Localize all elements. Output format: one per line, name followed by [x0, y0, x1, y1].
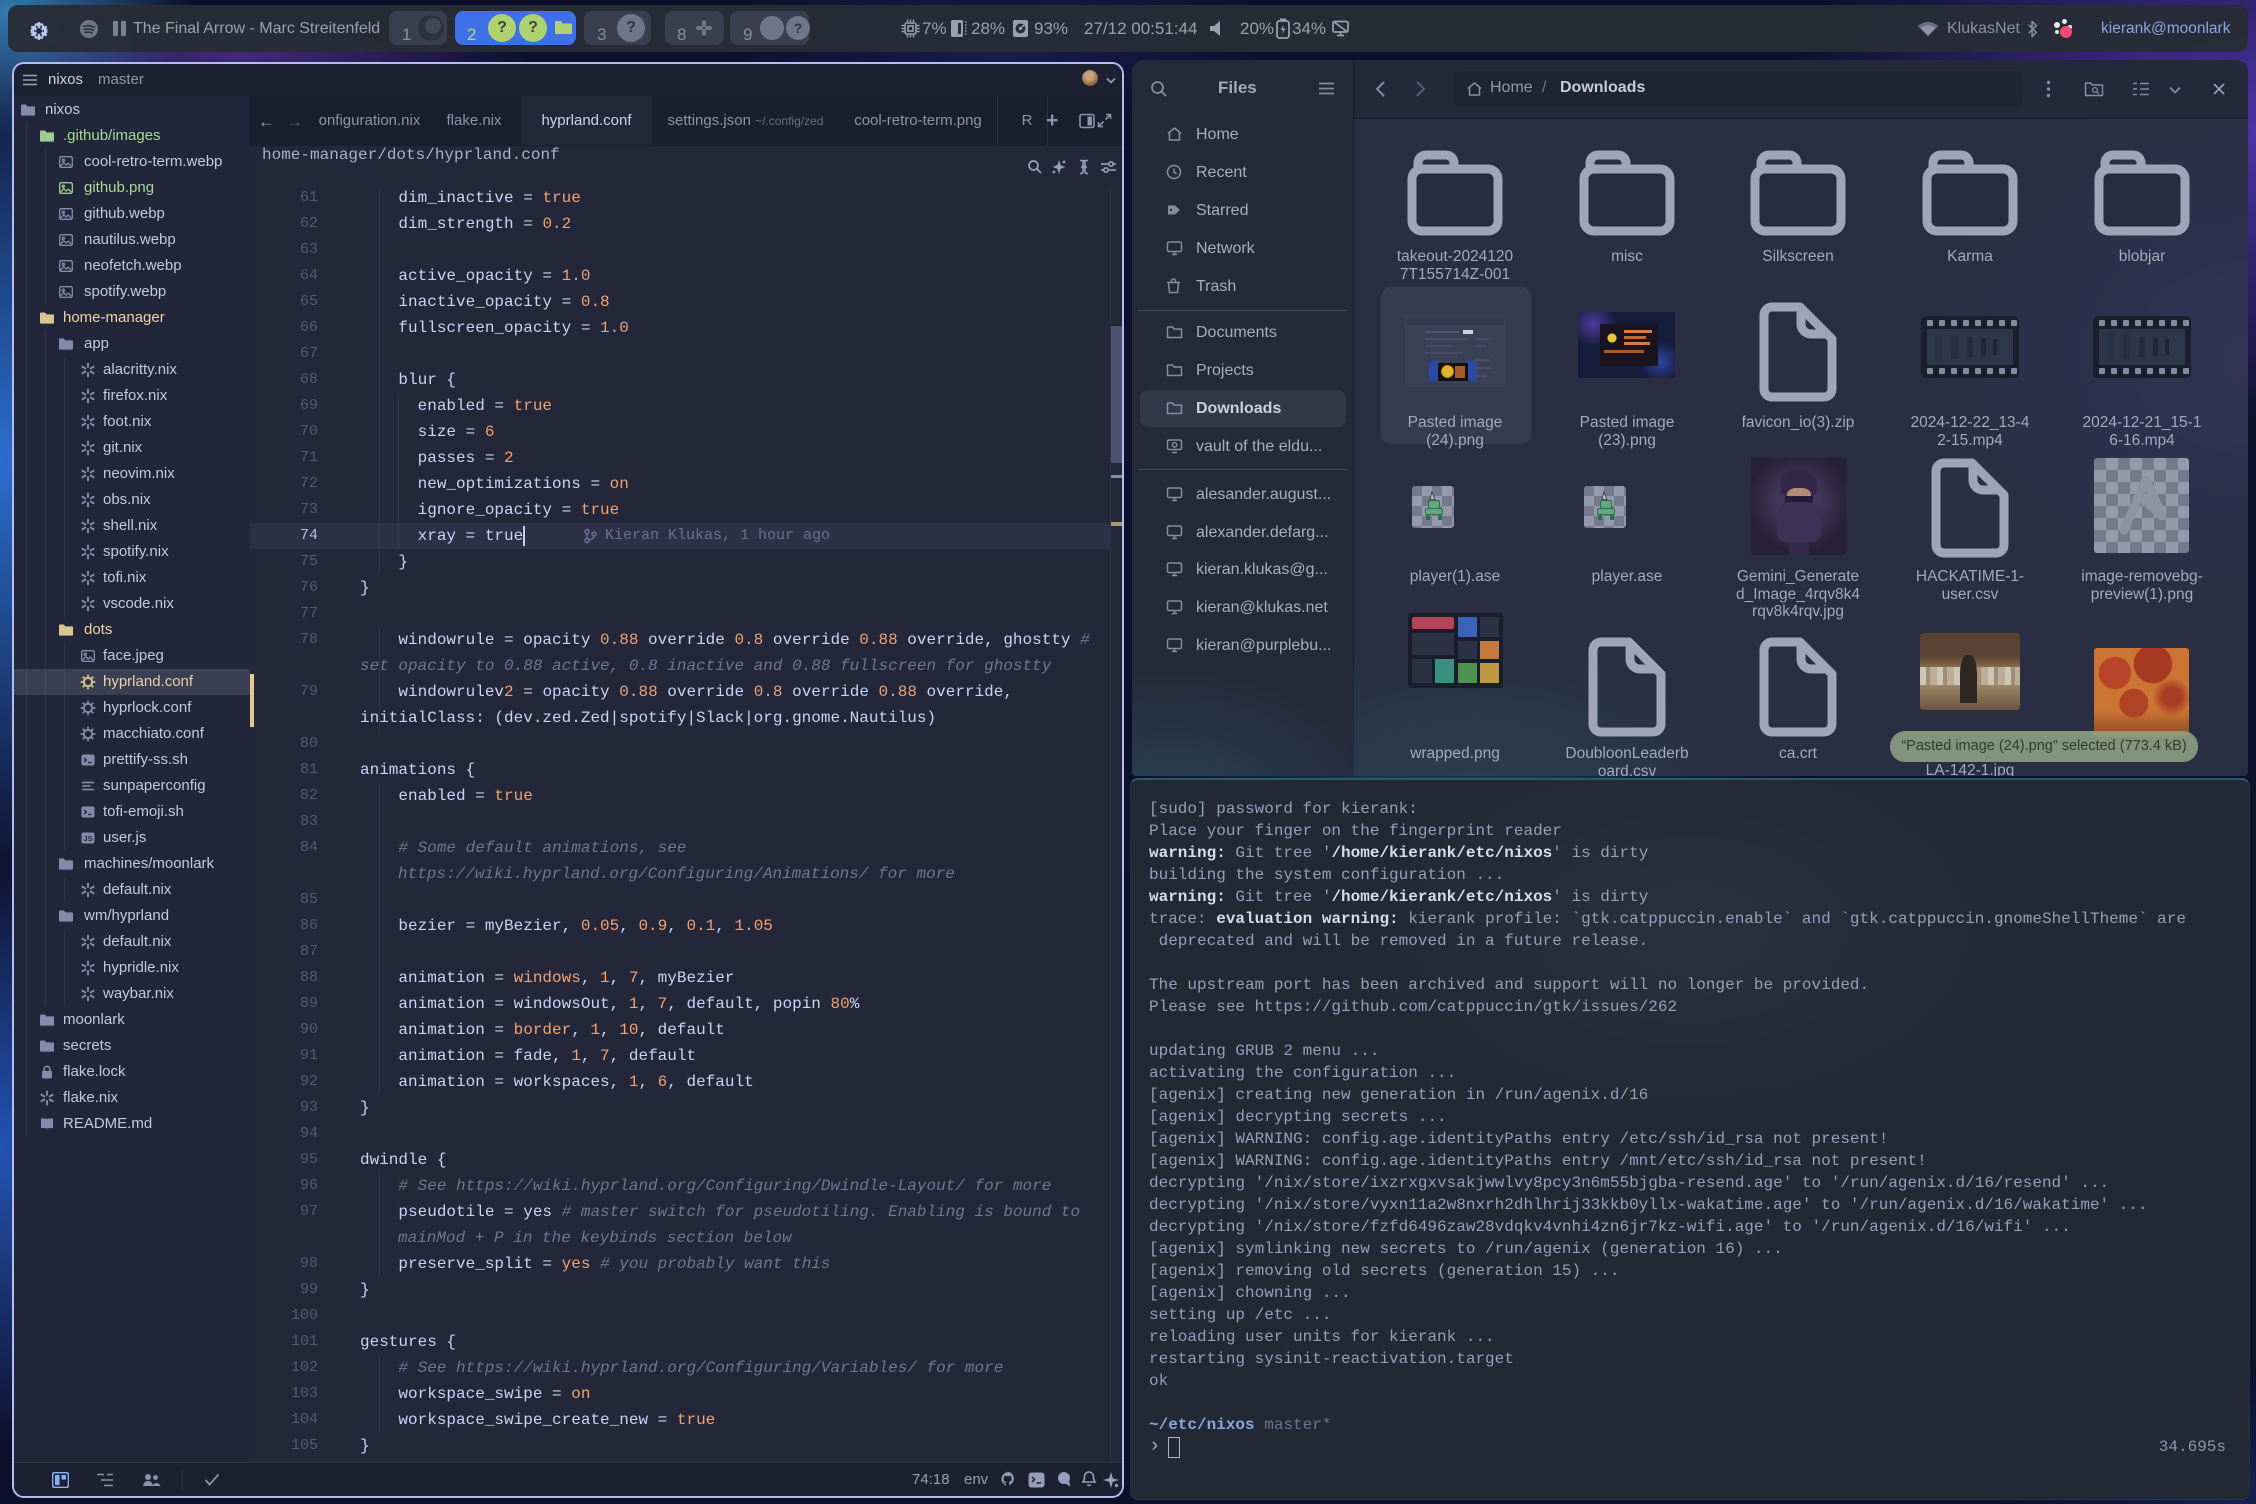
svg-text:JS: JS [83, 834, 92, 843]
